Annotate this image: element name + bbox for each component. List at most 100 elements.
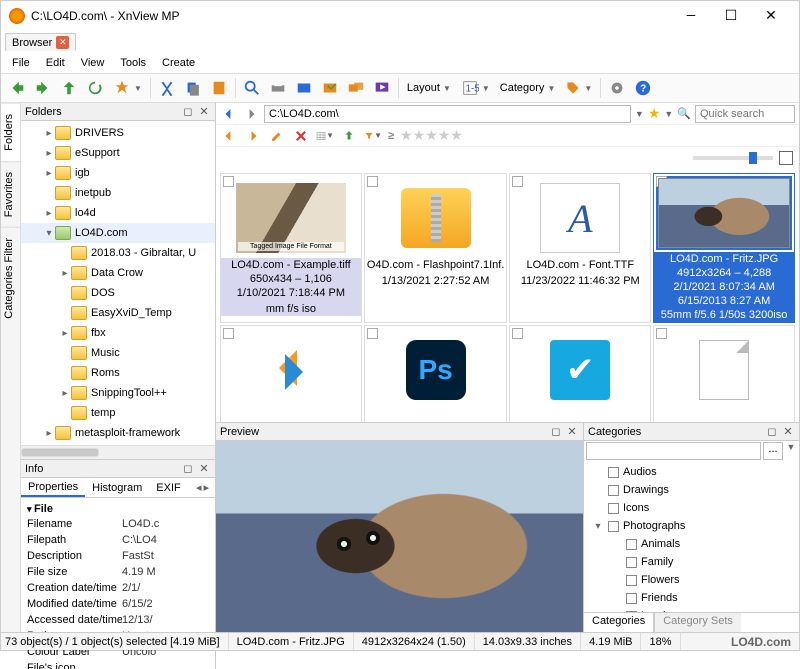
- categories-list[interactable]: AudiosDrawingsIcons▾PhotographsAnimalsFa…: [584, 461, 799, 612]
- settings-button[interactable]: [605, 76, 629, 100]
- tree-node[interactable]: DOS: [21, 283, 215, 303]
- star-1-icon[interactable]: ★: [400, 127, 413, 144]
- thumb-size-slider[interactable]: [693, 156, 773, 160]
- back-button[interactable]: [5, 76, 29, 100]
- tree-twisty-icon[interactable]: ▸: [43, 148, 55, 159]
- folders-hscrollbar[interactable]: [21, 445, 215, 459]
- tree-node[interactable]: ▸DRIVERS: [21, 123, 215, 143]
- thumbnail-grid[interactable]: LO4D.com - Example.tiff650x434 – 1,1061/…: [216, 169, 799, 422]
- favorite-star-icon[interactable]: ★: [648, 105, 661, 122]
- sidetab-folders[interactable]: Folders: [1, 103, 20, 161]
- menu-tools[interactable]: Tools: [113, 55, 153, 71]
- categories-undock-icon[interactable]: ◻: [765, 425, 779, 438]
- thumb-checkbox[interactable]: [367, 176, 378, 187]
- batch-button[interactable]: [344, 76, 368, 100]
- import-button[interactable]: [340, 127, 358, 145]
- thumbnail-item[interactable]: [653, 325, 795, 422]
- up-button[interactable]: [57, 76, 81, 100]
- thumbnail-item[interactable]: LO4D.com - Example.tiff650x434 – 1,1061/…: [220, 173, 362, 323]
- thumbnail-item[interactable]: ALO4D.com - Font.TTF11/23/2022 11:46:32 …: [509, 173, 651, 323]
- view-mode-button[interactable]: ▼: [316, 127, 334, 145]
- thumbnail-item[interactable]: ✔: [509, 325, 651, 422]
- print-button[interactable]: [266, 76, 290, 100]
- copy-button[interactable]: [181, 76, 205, 100]
- thumb-checkbox[interactable]: [512, 176, 523, 187]
- folders-close-icon[interactable]: ✕: [197, 105, 211, 118]
- tag-dropdown[interactable]: ▼: [561, 76, 596, 100]
- tree-twisty-icon[interactable]: ▸: [59, 388, 71, 399]
- addr-forward-button[interactable]: [242, 105, 260, 123]
- help-button[interactable]: ?: [631, 76, 655, 100]
- window-minimize-button[interactable]: —: [671, 2, 711, 30]
- tree-node[interactable]: ▾LO4D.com: [21, 223, 215, 243]
- window-maximize-button[interactable]: ☐: [711, 2, 751, 30]
- tree-node[interactable]: EasyXviD_Temp: [21, 303, 215, 323]
- search-button[interactable]: [240, 76, 264, 100]
- sidetab-categories-filter[interactable]: Categories Filter: [1, 227, 20, 329]
- addr-history-caret[interactable]: ▼: [635, 109, 644, 119]
- quick-search-input[interactable]: [695, 105, 795, 123]
- category-item[interactable]: ▾Photographs: [588, 517, 795, 535]
- tree-node[interactable]: Music: [21, 343, 215, 363]
- slideshow-button[interactable]: [370, 76, 394, 100]
- tree-node[interactable]: ▸Data Crow: [21, 263, 215, 283]
- favorite-caret-icon[interactable]: ▼: [664, 109, 673, 119]
- info-tab-exif[interactable]: EXIF: [149, 480, 187, 496]
- thumbnail-item[interactable]: [220, 325, 362, 422]
- thumbnail-item[interactable]: O4D.com - Flashpoint7.1Inf.1/13/2021 2:2…: [364, 173, 508, 323]
- tree-node[interactable]: ▸SnippingTool++: [21, 383, 215, 403]
- thumbnail-item[interactable]: LO4D.com - Fritz.JPG4912x3264 – 4,2882/1…: [653, 173, 795, 323]
- tree-node[interactable]: ▸fbx: [21, 323, 215, 343]
- scan-button[interactable]: [292, 76, 316, 100]
- delete-button[interactable]: [292, 127, 310, 145]
- tree-node[interactable]: ▸lo4d: [21, 203, 215, 223]
- menu-edit[interactable]: Edit: [39, 55, 72, 71]
- category-twisty-icon[interactable]: ▾: [592, 521, 604, 532]
- category-dropdown[interactable]: Category▼: [496, 76, 560, 100]
- address-input[interactable]: [264, 105, 631, 123]
- folders-undock-icon[interactable]: ◻: [181, 105, 195, 118]
- info-undock-icon[interactable]: ◻: [181, 462, 195, 475]
- tab-close-icon[interactable]: ✕: [56, 36, 69, 49]
- rename-button[interactable]: [268, 127, 286, 145]
- tree-twisty-icon[interactable]: ▸: [59, 268, 71, 279]
- tree-twisty-icon[interactable]: ▸: [43, 208, 55, 219]
- star-5-icon[interactable]: ★: [450, 127, 463, 144]
- categories-menu-caret[interactable]: ▼: [785, 442, 797, 460]
- category-checkbox[interactable]: [608, 521, 619, 532]
- tree-twisty-icon[interactable]: ▾: [43, 228, 55, 239]
- info-tab-properties[interactable]: Properties: [21, 479, 85, 497]
- cut-button[interactable]: [155, 76, 179, 100]
- menu-file[interactable]: File: [5, 55, 37, 71]
- thumb-checkbox[interactable]: [367, 328, 378, 339]
- category-checkbox[interactable]: [626, 593, 637, 604]
- categories-search-input[interactable]: [586, 442, 761, 460]
- paste-button[interactable]: [207, 76, 231, 100]
- addr-back-button[interactable]: [220, 105, 238, 123]
- tree-twisty-icon[interactable]: ▸: [43, 428, 55, 439]
- category-checkbox[interactable]: [608, 485, 619, 496]
- tree-node[interactable]: ▸metasploit-framework: [21, 423, 215, 443]
- refresh-button[interactable]: [83, 76, 107, 100]
- preview-close-icon[interactable]: ✕: [565, 425, 579, 438]
- star-4-icon[interactable]: ★: [438, 127, 451, 144]
- filter-button[interactable]: ▼: [364, 127, 382, 145]
- browser-tab[interactable]: Browser ✕: [5, 33, 76, 51]
- preview-undock-icon[interactable]: ◻: [549, 425, 563, 438]
- info-close-icon[interactable]: ✕: [197, 462, 211, 475]
- tree-node[interactable]: ▸eSupport: [21, 143, 215, 163]
- preview-image[interactable]: [216, 441, 583, 632]
- tree-node[interactable]: ▸igb: [21, 163, 215, 183]
- tree-node[interactable]: inetpub: [21, 183, 215, 203]
- category-sets-tab[interactable]: Category Sets: [654, 613, 741, 632]
- category-checkbox[interactable]: [608, 503, 619, 514]
- categories-more-button[interactable]: ...: [763, 442, 783, 460]
- categories-close-icon[interactable]: ✕: [781, 425, 795, 438]
- thumb-view-toggle[interactable]: [779, 151, 793, 165]
- forward-button[interactable]: [31, 76, 55, 100]
- favorites-dropdown[interactable]: ▼: [109, 76, 146, 100]
- layout-dropdown[interactable]: Layout▼: [403, 76, 455, 100]
- thumbnail-item[interactable]: Ps: [364, 325, 508, 422]
- category-item[interactable]: Friends: [588, 589, 795, 607]
- menu-create[interactable]: Create: [155, 55, 202, 71]
